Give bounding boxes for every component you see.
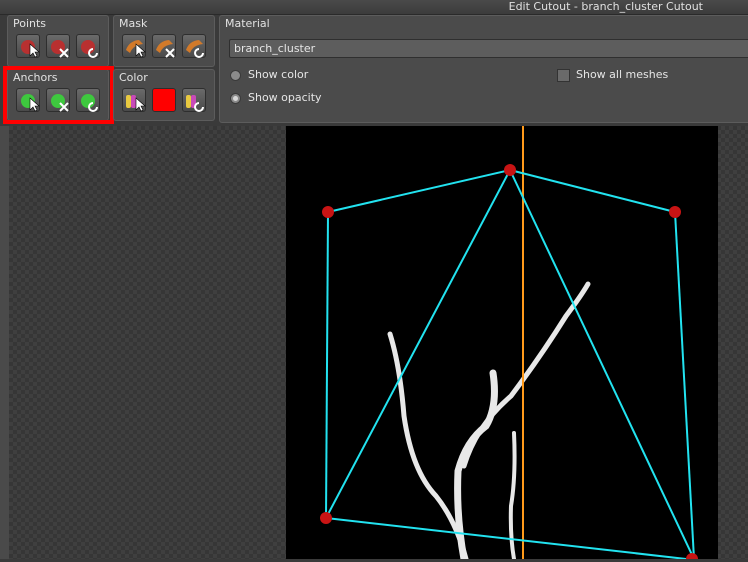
material-field[interactable]: branch_cluster [229,39,748,58]
mask-select-button[interactable] [122,34,146,58]
show-all-meshes-checkbox[interactable] [557,69,570,82]
mask-reset-icon [186,40,204,58]
mask-reset-button[interactable] [182,34,206,58]
anchor-point[interactable] [686,553,698,562]
color-picker-icon [126,95,146,112]
show-color-label: Show color [248,68,309,81]
point-select-icon [21,40,40,58]
color-pick-button[interactable] [122,88,146,112]
branch-texture [387,281,591,562]
points-select-button[interactable] [16,34,40,58]
show-color-radio[interactable] [230,70,241,81]
color-group-label: Color [119,71,148,84]
mask-delete-icon [156,40,175,58]
color-swatch[interactable] [152,88,176,112]
window-title: Edit Cutout - branch_cluster Cutout [508,0,703,13]
color-reset-icon [186,95,204,112]
point-reset-icon [81,40,98,58]
show-opacity-radio[interactable] [230,93,241,104]
points-delete-button[interactable] [46,34,70,58]
anchors-highlight-box [3,66,114,124]
color-reset-button[interactable] [182,88,206,112]
show-all-meshes-label: Show all meshes [576,68,669,81]
mask-group-label: Mask [119,17,148,30]
points-reset-button[interactable] [76,34,100,58]
mask-select-icon [126,40,146,58]
mask-delete-button[interactable] [152,34,176,58]
viewport-left-strip [0,126,9,559]
anchor-point[interactable] [320,512,332,524]
cutout-overlay [320,126,698,562]
points-group-label: Points [13,17,47,30]
anchor-point[interactable] [504,164,516,176]
material-group-label: Material [225,17,270,30]
texture-canvas[interactable] [286,126,718,562]
anchor-point[interactable] [322,206,334,218]
title-bar: Edit Cutout - branch_cluster Cutout [0,0,748,15]
anchor-point[interactable] [669,206,681,218]
show-opacity-label: Show opacity [248,91,322,104]
point-delete-icon [51,40,69,58]
